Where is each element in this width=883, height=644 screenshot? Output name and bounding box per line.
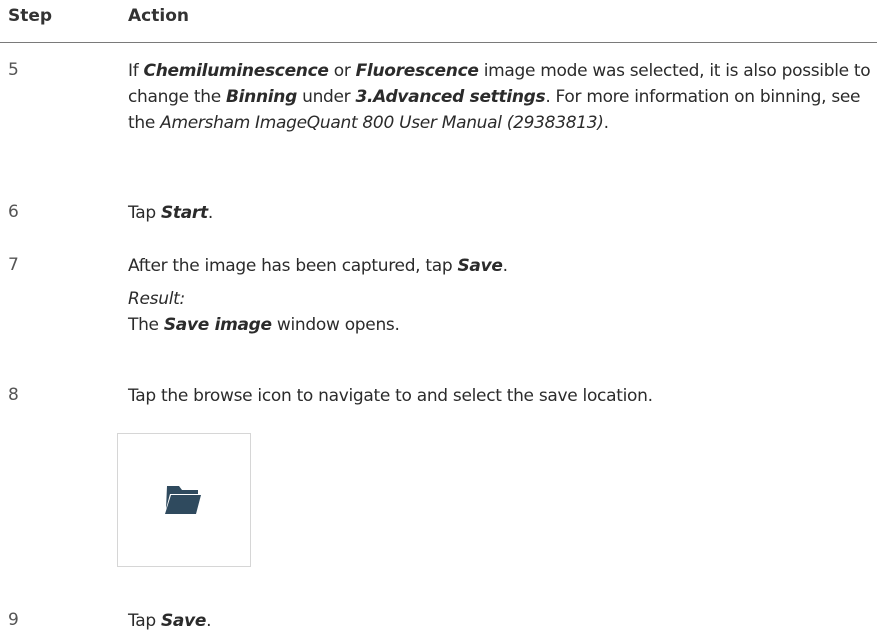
result-label: Result: [128, 289, 185, 309]
step-8-text: Tap the browse icon to navigate to and s… [128, 386, 653, 406]
step-number-6: 6 [8, 202, 19, 222]
table-header: Step Action [0, 6, 883, 34]
step-number-5: 5 [8, 60, 19, 80]
fluorescence-term: Fluorescence [355, 61, 479, 81]
folder-open-icon [165, 486, 201, 514]
binning-term: Binning [225, 87, 297, 107]
step-9-text: Tap Save. [128, 611, 212, 631]
step-5-text: If Chemiluminescence or Fluorescence ima… [128, 61, 871, 133]
step-column-header: Step [8, 6, 53, 26]
save-term-2: Save [160, 611, 207, 631]
result-text: The Save image window opens. [128, 315, 400, 335]
browse-icon-figure [117, 433, 251, 567]
chemiluminescence-term: Chemiluminescence [143, 61, 329, 81]
start-term: Start [160, 203, 208, 223]
save-image-term: Save image [163, 315, 272, 335]
action-column-header: Action [128, 6, 189, 26]
manual-reference: Amersham ImageQuant 800 User Manual (293… [160, 113, 604, 133]
step-number-9: 9 [8, 610, 19, 630]
save-term: Save [457, 256, 503, 276]
step-7-text: After the image has been captured, tap S… [128, 256, 508, 276]
step-number-8: 8 [8, 385, 19, 405]
step-number-7: 7 [8, 255, 19, 275]
step-6-text: Tap Start. [128, 203, 213, 223]
advanced-settings-term: 3.Advanced settings [355, 87, 546, 107]
header-divider [0, 42, 877, 43]
